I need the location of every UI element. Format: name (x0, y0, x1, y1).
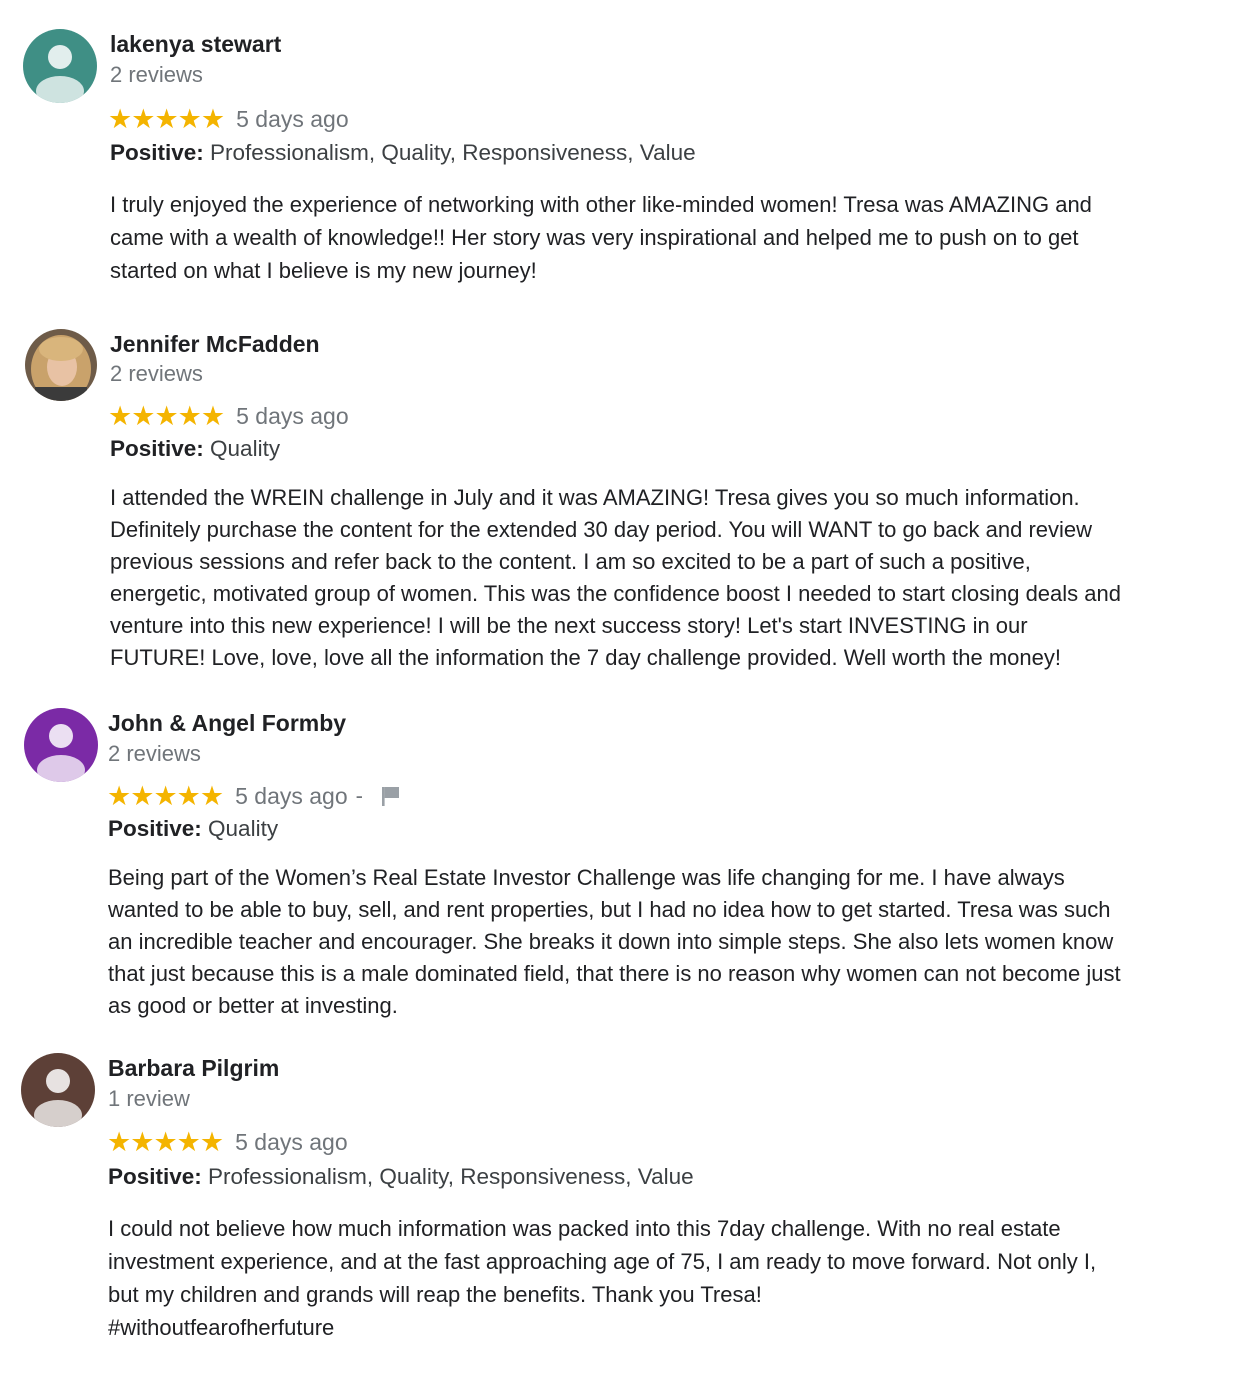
avatar[interactable] (23, 29, 97, 103)
positive-values: Quality (208, 816, 279, 841)
review-text-line: started on what I believe is my new jour… (110, 258, 537, 283)
star-icon: ★ (130, 1126, 154, 1158)
reviewer-review-count[interactable]: 2 reviews (110, 361, 203, 387)
reviewer-review-count[interactable]: 1 review (108, 1086, 190, 1112)
star-icon: ★ (200, 400, 225, 432)
avatar[interactable] (25, 329, 97, 401)
review-text: I could not believe how much information… (108, 1212, 1208, 1344)
positive-label: Positive: (110, 140, 204, 165)
review-time: 5 days ago (235, 1128, 348, 1155)
star-rating: ★ ★ ★ ★ ★ (107, 780, 224, 812)
review-text-line: #withoutfearofherfuture (108, 1315, 335, 1340)
person-icon (23, 29, 97, 103)
star-icon: ★ (177, 400, 202, 432)
star-icon: ★ (153, 1126, 177, 1158)
star-icon: ★ (153, 780, 177, 812)
review-text: I attended the WREIN challenge in July a… (110, 482, 1210, 674)
review-time: 5 days ago (236, 105, 349, 132)
avatar[interactable] (21, 1053, 95, 1127)
person-photo-icon (25, 329, 97, 401)
star-rating: ★ ★ ★ ★ ★ (108, 400, 225, 432)
review-text-line: came with a wealth of knowledge!! Her st… (110, 225, 1079, 250)
review-text-line: Being part of the Women’s Real Estate In… (108, 865, 1065, 890)
flag-icon[interactable] (379, 784, 403, 808)
review-text-line: wanted to be able to buy, sell, and rent… (108, 897, 1111, 922)
review-text-line: but my children and grands will reap the… (108, 1282, 762, 1307)
positive-attributes: Positive: Quality (110, 436, 280, 462)
person-icon (24, 708, 98, 782)
star-icon: ★ (176, 1126, 201, 1158)
rating-row: ★ ★ ★ ★ ★ 5 days ago - (107, 781, 403, 811)
review-text-line: an incredible teacher and encourager. Sh… (108, 929, 1114, 954)
review-text-line: energetic, motivated group of women. Thi… (110, 581, 1121, 606)
positive-values: Quality (210, 436, 281, 461)
star-icon: ★ (108, 103, 132, 135)
review-text-line: that just because this is a male dominat… (108, 961, 1121, 986)
review-text-line: Definitely purchase the content for the … (110, 517, 1093, 542)
avatar[interactable] (24, 708, 98, 782)
review-text-line: FUTURE! Love, love, love all the informa… (110, 645, 1061, 670)
star-icon: ★ (131, 103, 155, 135)
star-icon: ★ (199, 780, 224, 812)
review-text: Being part of the Women’s Real Estate In… (108, 862, 1208, 1022)
positive-label: Positive: (108, 816, 202, 841)
reviewer-review-count[interactable]: 2 reviews (108, 741, 201, 767)
star-icon: ★ (154, 400, 178, 432)
star-icon: ★ (107, 780, 131, 812)
star-icon: ★ (107, 1126, 131, 1158)
reviewer-name[interactable]: lakenya stewart (110, 31, 281, 58)
review-text-line: previous sessions and refer back to the … (110, 549, 1031, 574)
positive-attributes: Positive: Quality (108, 816, 278, 842)
review-text-line: I attended the WREIN challenge in July a… (110, 485, 1080, 510)
star-icon: ★ (154, 103, 178, 135)
positive-values: Professionalism, Quality, Responsiveness… (208, 1164, 694, 1189)
review-text-line: investment experience, and at the fast a… (108, 1249, 1097, 1274)
review-text-line: venture into this new experience! I will… (110, 613, 1028, 638)
star-icon: ★ (200, 103, 225, 135)
star-icon: ★ (130, 780, 154, 812)
star-icon: ★ (108, 400, 132, 432)
review-text-line: as good or better at investing. (108, 993, 398, 1018)
rating-row: ★ ★ ★ ★ ★ 5 days ago (108, 401, 349, 431)
reviewer-name[interactable]: Jennifer McFadden (110, 331, 320, 358)
review-text: I truly enjoyed the experience of networ… (110, 188, 1210, 287)
positive-attributes: Positive: Professionalism, Quality, Resp… (110, 140, 696, 166)
review-text-line: I truly enjoyed the experience of networ… (110, 192, 1092, 217)
star-rating: ★ ★ ★ ★ ★ (108, 103, 225, 135)
reviewer-review-count[interactable]: 2 reviews (110, 62, 203, 88)
star-icon: ★ (177, 103, 202, 135)
review-time: 5 days ago (236, 402, 349, 429)
rating-row: ★ ★ ★ ★ ★ 5 days ago (108, 104, 349, 134)
review-time: 5 days ago (235, 782, 348, 809)
star-icon: ★ (131, 400, 155, 432)
star-icon: ★ (199, 1126, 224, 1158)
reviewer-name[interactable]: John & Angel Formby (108, 710, 346, 737)
positive-values: Professionalism, Quality, Responsiveness… (210, 140, 696, 165)
positive-attributes: Positive: Professionalism, Quality, Resp… (108, 1164, 694, 1190)
review-text-line: I could not believe how much information… (108, 1216, 1061, 1241)
person-icon (21, 1053, 95, 1127)
star-rating: ★ ★ ★ ★ ★ (107, 1126, 224, 1158)
rating-row: ★ ★ ★ ★ ★ 5 days ago (107, 1127, 348, 1157)
star-icon: ★ (176, 780, 201, 812)
positive-label: Positive: (110, 436, 204, 461)
positive-label: Positive: (108, 1164, 202, 1189)
reviewer-name[interactable]: Barbara Pilgrim (108, 1055, 279, 1082)
separator: - (355, 783, 363, 808)
